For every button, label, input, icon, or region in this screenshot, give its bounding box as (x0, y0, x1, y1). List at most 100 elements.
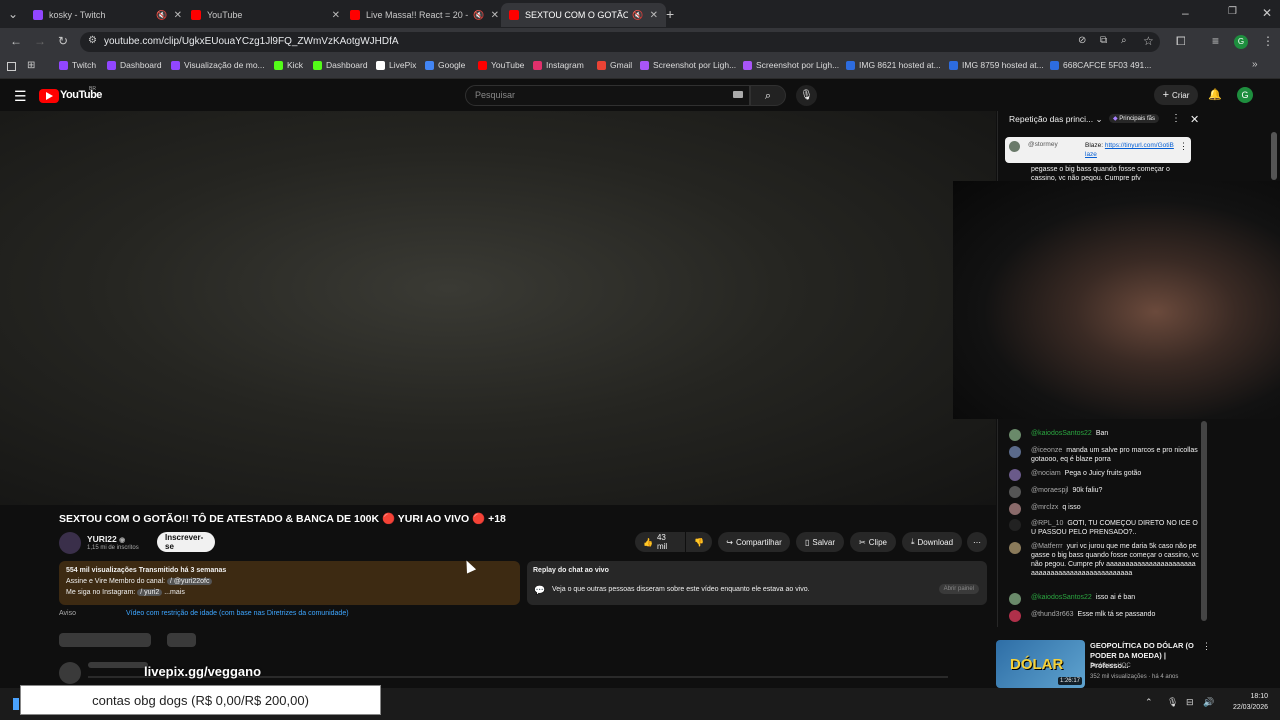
url-text[interactable]: youtube.com/clip/UgkxEUouaYCzg1Jl9FQ_ZWm… (104, 36, 399, 47)
bookmark-item[interactable]: Screenshot por Ligh... (640, 60, 736, 70)
extensions-icon[interactable]: ⧠ (1176, 34, 1186, 49)
subscribe-button[interactable]: Inscrever-se (157, 532, 215, 552)
search-input[interactable]: Pesquisar (465, 85, 750, 106)
chat-message[interactable]: @RPL_10 GOTI, TU COMEÇOU DIRETO NO ICE OU… (1009, 519, 1199, 537)
close-window-icon[interactable]: ✕ (1262, 6, 1272, 20)
clock-date[interactable]: 22/03/2026 (1228, 704, 1268, 711)
channel-name[interactable]: YURI22 ◉ (87, 534, 125, 544)
bookmark-item[interactable]: Twitch (59, 60, 96, 70)
minimize-icon[interactable]: – (1182, 6, 1189, 20)
bookmark-item[interactable]: 668CAFCE 5F03 491... (1050, 60, 1151, 70)
bookmark-item[interactable]: Google (425, 60, 465, 70)
more-actions-button[interactable]: ⋯ (967, 532, 987, 552)
bookmark-item[interactable]: Instagram (533, 60, 584, 70)
chat-scrollbar[interactable] (1201, 421, 1207, 621)
chat-author[interactable]: @nociam (1031, 470, 1061, 477)
video-player[interactable] (0, 111, 996, 505)
browser-tab[interactable]: kosky - Twitch 🔇 ✕ (25, 3, 190, 27)
browser-tab[interactable]: YouTube ✕ (183, 3, 348, 27)
microphone-tray-icon[interactable]: 🎙 (1167, 697, 1178, 708)
bookmark-item[interactable]: IMG 8621 hosted at... (846, 60, 941, 70)
hamburger-icon[interactable]: ☰ (14, 88, 27, 105)
chat-message[interactable]: @kaiodosSantos22 isso ai é ban (1009, 593, 1199, 605)
tab-close-icon[interactable]: ✕ (174, 10, 182, 21)
recommendation-channel[interactable]: Professor HOC (1090, 663, 1131, 669)
account-avatar[interactable]: G (1237, 87, 1253, 103)
keyboard-icon[interactable] (733, 91, 743, 98)
more-bookmarks-icon[interactable]: » (1252, 59, 1258, 70)
bookmark-item[interactable]: Kick (274, 60, 303, 70)
new-tab-icon[interactable]: + (666, 6, 674, 22)
browser-tab[interactable]: SEXTOU COM O GOTÃO!! TÔ🔇 ✕ (501, 3, 666, 27)
create-button[interactable]: + Criar (1154, 85, 1198, 105)
media-icon[interactable]: ≡ (1212, 34, 1219, 48)
search-button[interactable]: ⌕ (750, 85, 786, 106)
open-panel-button[interactable]: Abrir painel (938, 584, 979, 594)
description-box[interactable]: 554 mil visualizações Transmitido há 3 s… (59, 561, 520, 605)
bookmark-star-icon[interactable]: ☆ (1143, 34, 1154, 48)
save-button[interactable]: ▯ Salvar (796, 532, 844, 552)
notifications-bell-icon[interactable]: 🔔 (1208, 88, 1222, 101)
bookmark-item[interactable]: Visualização de mo... (171, 60, 265, 70)
chat-message[interactable]: @nociam Pega o Juicy fruits gotão (1009, 469, 1199, 481)
youtube-logo-icon[interactable] (39, 89, 59, 103)
share-button[interactable]: ↪ Compartilhar (718, 532, 790, 552)
chat-author[interactable]: @mrclzx (1031, 504, 1058, 511)
recommendation-more-icon[interactable]: ⋮ (1202, 641, 1211, 652)
tab-muted-icon[interactable]: 🔇 (473, 10, 484, 21)
network-icon[interactable]: ⊟ (1186, 697, 1194, 708)
bookmark-item[interactable]: IMG 8759 hosted at... (949, 60, 1044, 70)
chat-message[interactable]: @Matferrr yuri vc jurou que me daria 5k c… (1009, 542, 1199, 578)
bookmark-item[interactable]: YouTube (478, 60, 524, 70)
browser-tab[interactable]: Live Massa!! React = 20 - Yo 🔇 ✕ (342, 3, 507, 27)
instagram-link[interactable]: / yuri2 (137, 589, 163, 596)
chat-author[interactable]: @moraespjl (1031, 487, 1068, 494)
like-button[interactable]: 👍 43 mil (635, 532, 685, 552)
bookmark-item[interactable]: Dashboard (107, 60, 162, 70)
chat-author[interactable]: @kaiodosSantos22 (1031, 594, 1092, 601)
tab-close-icon[interactable]: ✕ (650, 10, 658, 21)
windows-start-icon[interactable] (13, 698, 19, 710)
channel-link[interactable]: / @yuri22ofc (167, 578, 213, 585)
site-info-icon[interactable]: ⚙ (88, 35, 97, 46)
chat-message[interactable]: @mrclzx q isso (1009, 503, 1199, 515)
zoom-icon[interactable]: ⌕ (1121, 35, 1127, 46)
chat-author[interactable]: @thund3r663 (1031, 611, 1074, 618)
dislike-button[interactable]: 👎 (686, 532, 712, 552)
chat-close-icon[interactable]: ✕ (1190, 113, 1199, 126)
more-link[interactable]: ...mais (164, 589, 185, 596)
install-icon[interactable]: ⧉ (1100, 35, 1107, 46)
menu-icon[interactable]: ⋮ (1262, 34, 1274, 48)
voice-search-button[interactable]: 🎙 (796, 85, 817, 106)
chat-author[interactable]: @kaiodosSantos22 (1031, 430, 1092, 437)
tab-close-icon[interactable]: ✕ (332, 10, 340, 21)
bookmark-item[interactable]: Gmail (597, 60, 632, 70)
chat-mode-dropdown[interactable]: Repetição das princi... ⌄ (1009, 114, 1103, 125)
pinned-more-icon[interactable]: ⋮ (1179, 141, 1188, 152)
tab-muted-icon[interactable]: 🔇 (156, 10, 167, 21)
profile-avatar[interactable]: G (1234, 35, 1248, 49)
clip-button[interactable]: ✂ Clipe (850, 532, 896, 552)
chat-more-icon[interactable]: ⋮ (1171, 113, 1181, 124)
age-restriction-link[interactable]: Vídeo com restrição de idade (com base n… (126, 610, 349, 617)
download-button[interactable]: ⤓ Download (902, 532, 962, 552)
chat-message[interactable]: @iceonze manda um salve pro marcos e pro … (1009, 446, 1199, 464)
pinned-message[interactable]: @stormey Blaze: https://tinyurl.com/Goti… (1005, 137, 1191, 163)
tab-close-icon[interactable]: ✕ (491, 10, 499, 21)
reload-icon[interactable]: ↻ (58, 34, 68, 48)
tab-search-icon[interactable]: ⌄ (8, 7, 18, 21)
forward-icon[interactable]: → (34, 34, 46, 48)
chat-message[interactable]: @moraespjl 90k faliu? (1009, 486, 1199, 498)
chat-author[interactable]: @RPL_10 (1031, 520, 1063, 527)
bookmark-item[interactable]: Dashboard (313, 60, 368, 70)
eye-off-icon[interactable]: ⊘ (1078, 35, 1086, 46)
volume-icon[interactable]: 🔊 (1203, 697, 1214, 708)
page-scrollbar[interactable] (1271, 132, 1277, 180)
back-icon[interactable]: ← (10, 34, 22, 48)
chat-message[interactable]: @thund3r663 Esse mlk tá se passando (1009, 610, 1199, 622)
apps-grid-icon[interactable]: ⊞ (27, 60, 35, 71)
channel-avatar[interactable] (59, 532, 81, 554)
recommendation-thumbnail[interactable]: DÓLAR 1:26:17 (996, 640, 1085, 688)
bookmark-item[interactable]: LivePix (376, 60, 416, 70)
chat-message[interactable]: @kaiodosSantos22 Ban (1009, 429, 1199, 441)
